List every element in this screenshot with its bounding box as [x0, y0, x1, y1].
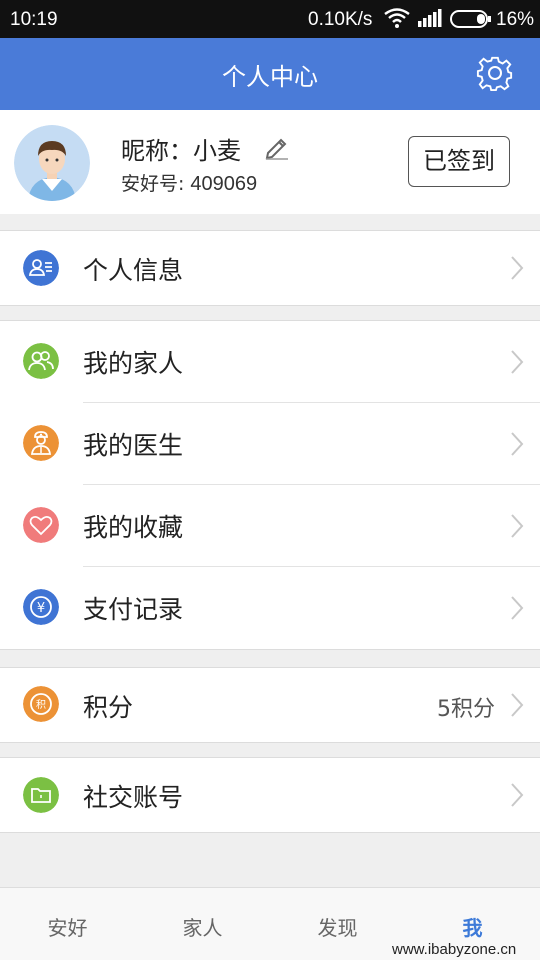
menu-label-family: 我的家人 [83, 349, 184, 378]
menu-item-social[interactable]: 社交账号 [0, 758, 540, 832]
user-id-label: 安好号: [121, 173, 185, 195]
menu-label-social: 社交账号 [83, 783, 184, 812]
user-id: 安好号: 409069 [121, 169, 257, 196]
wifi-icon [384, 8, 410, 28]
section-main: 我的家人 我的医生 我的收藏 ¥ 支付记录 [0, 320, 540, 650]
status-bar: 10:19 0.10K/s 16% [0, 0, 540, 38]
chevron-right-icon [511, 693, 524, 717]
section-personal: 个人信息 [0, 230, 540, 306]
doctor-icon [23, 425, 59, 461]
avatar[interactable] [14, 125, 90, 201]
menu-label-payments: 支付记录 [83, 595, 184, 624]
signal-icon [418, 9, 442, 27]
user-id-value: 409069 [190, 173, 258, 195]
watermark: www.ibabyzone.cn [392, 941, 517, 958]
profile-card: 昵称：小麦 安好号: 409069 已签到 [0, 110, 540, 214]
points-icon: 积 [23, 686, 59, 722]
chevron-right-icon [511, 783, 524, 807]
tab-anhao[interactable]: 安好 [0, 912, 135, 941]
tab-me[interactable]: 我 [405, 912, 540, 941]
tab-family[interactable]: 家人 [135, 912, 270, 941]
folder-icon [23, 777, 59, 813]
nickname: 昵称：小麦 [121, 137, 241, 165]
svg-text:¥: ¥ [37, 601, 45, 616]
app-header: 个人中心 [0, 38, 540, 110]
chevron-right-icon [511, 350, 524, 374]
id-card-icon [23, 250, 59, 286]
people-icon [23, 343, 59, 379]
menu-item-personal-info[interactable]: 个人信息 [0, 231, 540, 305]
menu-label-doctor: 我的医生 [83, 431, 184, 460]
chevron-right-icon [511, 432, 524, 456]
menu-item-payments[interactable]: ¥ 支付记录 [0, 567, 540, 649]
menu-item-favorites[interactable]: 我的收藏 [0, 485, 540, 567]
menu-label-personal-info: 个人信息 [83, 256, 184, 285]
gear-icon[interactable] [476, 54, 514, 92]
svg-text:积: 积 [36, 699, 46, 711]
menu-label-points: 积分 [83, 693, 134, 722]
points-value: 5积分 [437, 697, 495, 722]
menu-label-favorites: 我的收藏 [83, 513, 184, 542]
page-title: 个人中心 [222, 63, 318, 91]
menu-item-family[interactable]: 我的家人 [0, 321, 540, 403]
yen-icon: ¥ [23, 589, 59, 625]
battery-icon [450, 10, 491, 28]
network-speed: 0.10K/s [308, 9, 373, 30]
battery-percent: 16% [496, 9, 535, 30]
chevron-right-icon [511, 596, 524, 620]
pencil-icon[interactable] [264, 134, 290, 160]
section-points: 积 积分 5积分 [0, 667, 540, 743]
chevron-right-icon [511, 514, 524, 538]
section-social: 社交账号 [0, 757, 540, 833]
tab-discover[interactable]: 发现 [270, 912, 405, 941]
menu-item-doctor[interactable]: 我的医生 [0, 403, 540, 485]
menu-item-points[interactable]: 积 积分 5积分 [0, 668, 540, 742]
chevron-right-icon [511, 256, 524, 280]
status-time: 10:19 [10, 9, 58, 30]
checkin-button[interactable]: 已签到 [408, 136, 510, 187]
heart-icon [23, 507, 59, 543]
